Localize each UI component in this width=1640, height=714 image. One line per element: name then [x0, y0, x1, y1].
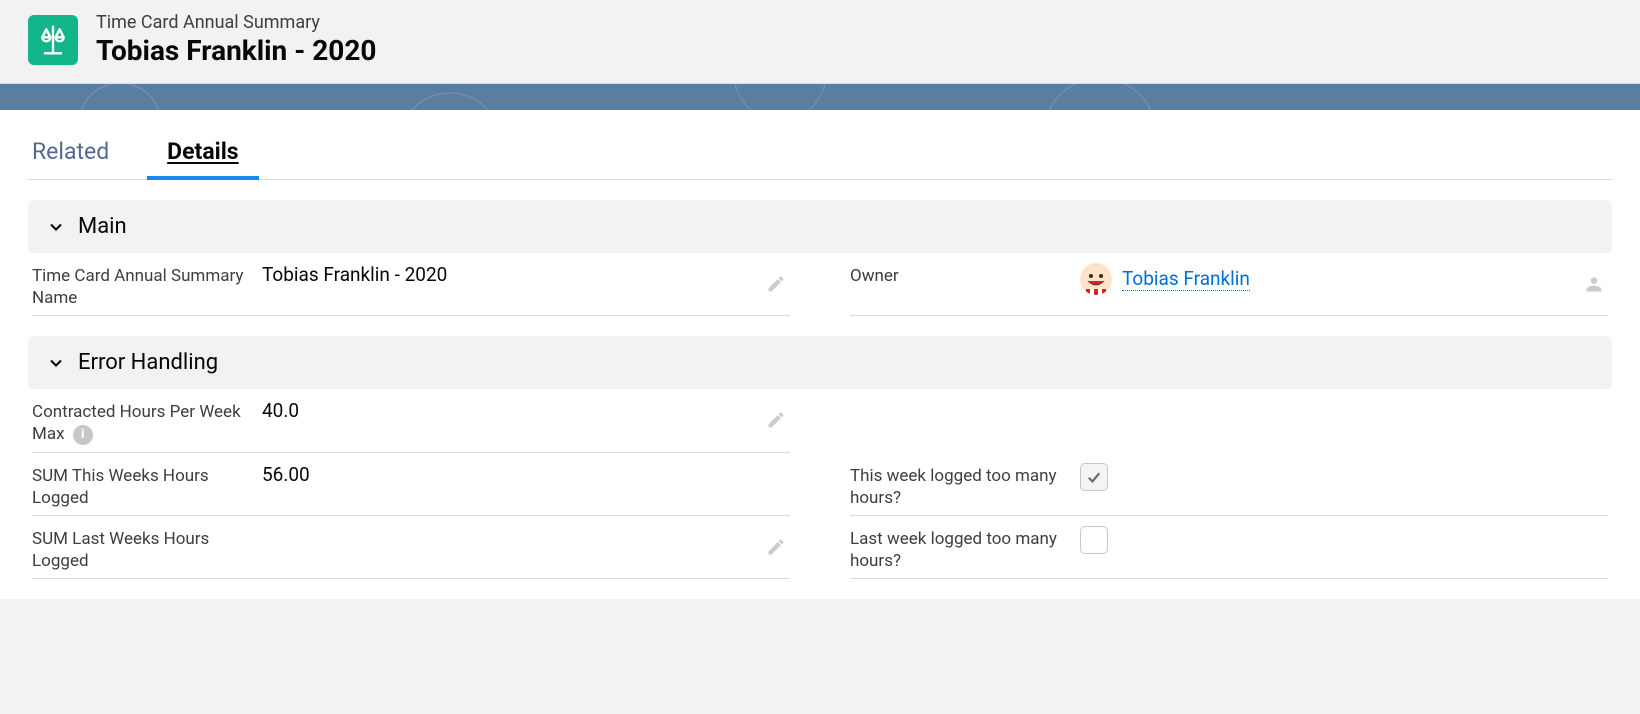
- field-sum-this-week: SUM This Weeks Hours Logged 56.00: [32, 453, 790, 516]
- field-sum-last-week: SUM Last Weeks Hours Logged: [32, 516, 790, 579]
- field-owner: Owner Tobias Fr: [850, 253, 1608, 316]
- field-label: Last week logged too many hours?: [850, 526, 1080, 572]
- section-header-error-handling[interactable]: Error Handling: [28, 336, 1612, 389]
- change-owner-icon[interactable]: [1584, 274, 1604, 294]
- field-label: This week logged too many hours?: [850, 463, 1080, 509]
- chevron-down-icon: [46, 353, 66, 373]
- tab-bar: Related Details: [28, 110, 1612, 180]
- field-value: 56.00: [262, 463, 790, 486]
- record-type-label: Time Card Annual Summary: [96, 12, 376, 34]
- field-label: Time Card Annual Summary Name: [32, 263, 262, 309]
- field-this-week-flag: This week logged too many hours?: [850, 453, 1608, 516]
- scales-icon: [28, 15, 78, 65]
- pencil-icon[interactable]: [766, 274, 786, 294]
- tab-details[interactable]: Details: [163, 128, 242, 179]
- pencil-icon[interactable]: [766, 410, 786, 430]
- record-header: Time Card Annual Summary Tobias Franklin…: [0, 0, 1640, 84]
- field-label: SUM Last Weeks Hours Logged: [32, 526, 262, 572]
- empty-cell: [850, 389, 1608, 452]
- record-title: Tobias Franklin - 2020: [96, 34, 376, 68]
- section-title: Error Handling: [78, 350, 218, 375]
- field-label: SUM This Weeks Hours Logged: [32, 463, 262, 509]
- section-title: Main: [78, 214, 127, 239]
- owner-link[interactable]: Tobias Franklin: [1122, 267, 1250, 291]
- field-label-text: Contracted Hours Per Week Max: [32, 402, 241, 444]
- section-header-main[interactable]: Main: [28, 200, 1612, 253]
- field-last-week-flag: Last week logged too many hours?: [850, 516, 1608, 579]
- field-value: [1080, 526, 1608, 554]
- field-value: Tobias Franklin: [1080, 263, 1608, 295]
- info-icon[interactable]: i: [73, 425, 93, 445]
- decorative-pattern: [0, 84, 1640, 110]
- field-label: Contracted Hours Per Week Max i: [32, 399, 262, 445]
- checkbox-this-week[interactable]: [1080, 463, 1108, 491]
- field-value: Tobias Franklin - 2020: [262, 263, 790, 286]
- owner-avatar: [1080, 263, 1112, 295]
- chevron-down-icon: [46, 217, 66, 237]
- tab-related[interactable]: Related: [28, 128, 113, 179]
- checkbox-last-week[interactable]: [1080, 526, 1108, 554]
- field-contracted-max: Contracted Hours Per Week Max i 40.0: [32, 389, 790, 452]
- field-value: [1080, 463, 1608, 491]
- field-summary-name: Time Card Annual Summary Name Tobias Fra…: [32, 253, 790, 316]
- pencil-icon[interactable]: [766, 537, 786, 557]
- field-label: Owner: [850, 263, 1080, 287]
- field-value: 40.0: [262, 399, 790, 422]
